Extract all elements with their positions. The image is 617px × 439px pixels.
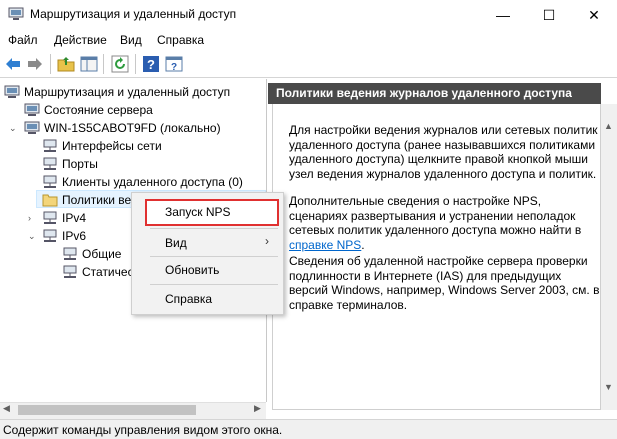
description-header: Политики ведения журналов удаленного дос… (268, 83, 601, 104)
toolbar-separator (103, 54, 104, 74)
folder-icon (42, 194, 58, 207)
vertical-scrollbar[interactable] (601, 104, 617, 410)
menu-action[interactable]: Действие (54, 33, 107, 47)
computer-icon (24, 121, 40, 134)
static-routes-icon (63, 265, 77, 278)
scroll-up-icon[interactable]: ▲ (604, 121, 613, 131)
scroll-right-icon[interactable]: ▶ (254, 403, 261, 414)
ipv4-icon (43, 211, 57, 224)
mmc-help-icon[interactable]: ? (165, 55, 183, 73)
close-button[interactable]: ✕ (571, 0, 617, 30)
help-icon[interactable]: ? (142, 55, 160, 73)
routing-app-icon (8, 7, 24, 20)
expand-chevron-icon[interactable]: › (28, 209, 31, 227)
expand-chevron-icon[interactable]: ⌄ (9, 119, 17, 137)
window-title: Маршрутизация и удаленный доступ (30, 7, 237, 21)
expand-chevron-icon[interactable]: ⌄ (28, 227, 36, 245)
tree-item-ports[interactable]: Порты (0, 155, 266, 173)
tree-label: Маршрутизация и удаленный доступ (24, 85, 231, 99)
tree-label: IPv6 (62, 229, 87, 243)
tree-label: Клиенты удаленного доступа (0) (62, 175, 243, 189)
server-icon (4, 85, 20, 98)
paragraph-text: . (361, 237, 365, 252)
ports-icon (43, 157, 57, 170)
paragraph-text: Дополнительные сведения о настройке NPS,… (289, 194, 582, 237)
description-paragraph: Дополнительные сведения о настройке NPS,… (289, 194, 602, 252)
context-item-help[interactable]: Справка (165, 292, 212, 306)
tree-item-root[interactable]: Маршрутизация и удаленный доступ (0, 83, 266, 101)
tree-label: Порты (62, 157, 98, 171)
svg-text:?: ? (171, 62, 177, 73)
submenu-arrow-icon: › (265, 234, 269, 248)
tree-item-interfaces[interactable]: Интерфейсы сети (0, 137, 266, 155)
scroll-left-icon[interactable]: ◀ (3, 403, 10, 414)
menu-help[interactable]: Справка (157, 33, 204, 47)
menu-separator (150, 284, 278, 285)
tree-item-clients[interactable]: Клиенты удаленного доступа (0) (0, 173, 266, 191)
ipv6-icon (43, 229, 57, 242)
menu-view[interactable]: Вид (120, 33, 142, 47)
tree-label: WIN-1S5CABOT9FD (локально) (44, 121, 221, 135)
toolbar-separator (50, 54, 51, 74)
back-arrow-icon[interactable] (4, 55, 22, 73)
toolbar-separator (135, 54, 136, 74)
menu-file[interactable]: Файл (8, 33, 38, 47)
description-paragraph: Сведения об удаленной настройке сервера … (289, 254, 600, 312)
scrollbar-thumb[interactable] (18, 405, 196, 415)
context-item-launch-nps[interactable]: Запуск NPS (165, 205, 231, 219)
tree-item-server-status[interactable]: Состояние сервера (0, 101, 266, 119)
tree-label: IPv4 (62, 211, 87, 225)
clients-icon (43, 175, 57, 188)
context-item-refresh[interactable]: Обновить (165, 263, 219, 277)
svg-text:?: ? (147, 57, 155, 72)
menu-separator (150, 256, 278, 257)
description-paragraph: Для настройки ведения журналов или сетев… (289, 123, 598, 181)
maximize-button[interactable]: ☐ (526, 0, 572, 30)
tree-label: Общие (82, 247, 122, 261)
up-folder-icon[interactable] (57, 55, 75, 73)
tree-item-server[interactable]: ⌄ WIN-1S5CABOT9FD (локально) (0, 119, 266, 137)
forward-arrow-icon[interactable] (26, 55, 44, 73)
server-status-icon (24, 103, 40, 116)
network-interface-icon (43, 139, 57, 152)
scroll-down-icon[interactable]: ▼ (604, 382, 613, 392)
general-icon (63, 247, 77, 260)
minimize-button[interactable]: — (480, 0, 526, 30)
tree-label: Интерфейсы сети (62, 139, 162, 153)
refresh-icon[interactable] (111, 55, 129, 73)
context-item-view[interactable]: Вид (165, 236, 187, 250)
nps-help-link[interactable]: справке NPS (289, 238, 361, 252)
status-text: Содержит команды управления видом этого … (3, 423, 283, 437)
show-hide-tree-icon[interactable] (80, 55, 98, 73)
tree-label: Состояние сервера (44, 103, 153, 117)
tree-label: Статичес (82, 265, 134, 279)
menu-separator (150, 228, 278, 229)
tree-label: Политики ве (62, 193, 132, 207)
